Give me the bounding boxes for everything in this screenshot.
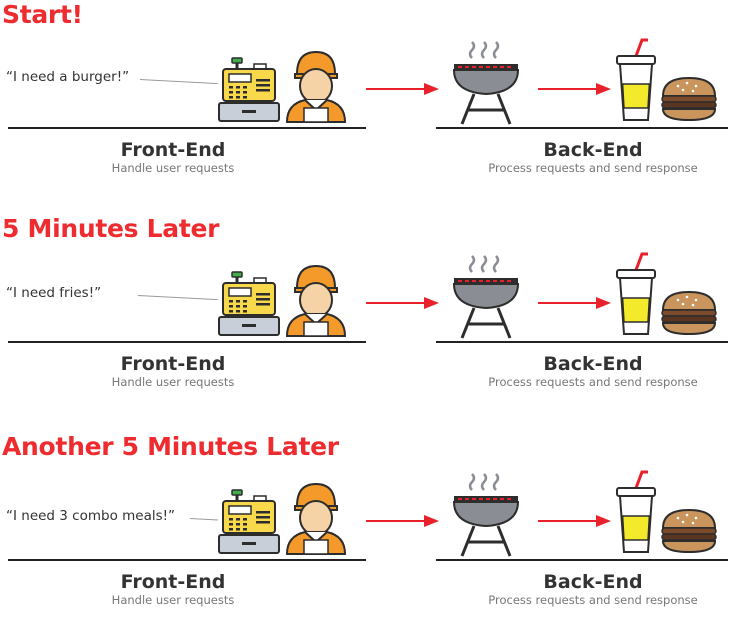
story-panel: 5 Minutes Later “I need fries!” Front-En… [0, 214, 730, 414]
back-end-baseline [436, 559, 728, 561]
back-end-baseline [436, 341, 728, 343]
cashier-icon [285, 264, 347, 337]
front-end-baseline [8, 341, 366, 343]
back-end-subtitle: Process requests and send response [488, 161, 698, 175]
burger-icon [661, 508, 717, 554]
drink-cup-icon [616, 470, 656, 553]
customer-quote: “I need a burger!” [6, 69, 130, 85]
front-end-title: Front-End [120, 571, 226, 593]
story-panel: Start! “I need a burger!” Front-End Hand… [0, 0, 730, 200]
grill-icon [452, 473, 520, 557]
arrow-icon [366, 515, 439, 527]
back-end-caption: Back-End Process requests and send respo… [468, 571, 718, 608]
quote-leader-line [189, 518, 218, 521]
front-end-title: Front-End [120, 353, 226, 375]
burger-icon [661, 290, 717, 336]
front-end-title: Front-End [120, 139, 226, 161]
back-end-caption: Back-End Process requests and send respo… [468, 139, 718, 176]
panel-title: Start! [2, 0, 83, 29]
drink-cup-icon [616, 38, 656, 121]
back-end-title: Back-End [543, 353, 643, 375]
cashier-icon [285, 482, 347, 555]
front-end-caption: Front-End Handle user requests [68, 139, 278, 176]
arrow-icon [538, 515, 611, 527]
drink-cup-icon [616, 252, 656, 335]
front-end-subtitle: Handle user requests [111, 161, 235, 175]
story-panel: Another 5 Minutes Later “I need 3 combo … [0, 432, 730, 632]
customer-quote: “I need fries!” [6, 285, 102, 301]
front-end-caption: Front-End Handle user requests [68, 571, 278, 608]
arrow-icon [366, 83, 439, 95]
back-end-title: Back-End [543, 139, 643, 161]
quote-leader-line [137, 295, 218, 301]
front-end-subtitle: Handle user requests [111, 593, 235, 607]
front-end-caption: Front-End Handle user requests [68, 353, 278, 390]
cashier-icon [285, 50, 347, 123]
grill-icon [452, 41, 520, 125]
front-end-baseline [8, 559, 366, 561]
cash-register-icon [218, 489, 280, 554]
front-end-subtitle: Handle user requests [111, 375, 235, 389]
arrow-icon [538, 83, 611, 95]
back-end-baseline [436, 127, 728, 129]
back-end-caption: Back-End Process requests and send respo… [468, 353, 718, 390]
quote-leader-line [139, 79, 218, 85]
arrow-icon [538, 297, 611, 309]
panel-title: 5 Minutes Later [2, 214, 220, 243]
back-end-subtitle: Process requests and send response [488, 375, 698, 389]
front-end-baseline [8, 127, 366, 129]
cash-register-icon [218, 57, 280, 122]
panel-title: Another 5 Minutes Later [2, 432, 339, 461]
arrow-icon [366, 297, 439, 309]
back-end-subtitle: Process requests and send response [488, 593, 698, 607]
back-end-title: Back-End [543, 571, 643, 593]
cash-register-icon [218, 271, 280, 336]
customer-quote: “I need 3 combo meals!” [6, 508, 176, 524]
grill-icon [452, 255, 520, 339]
burger-icon [661, 76, 717, 122]
